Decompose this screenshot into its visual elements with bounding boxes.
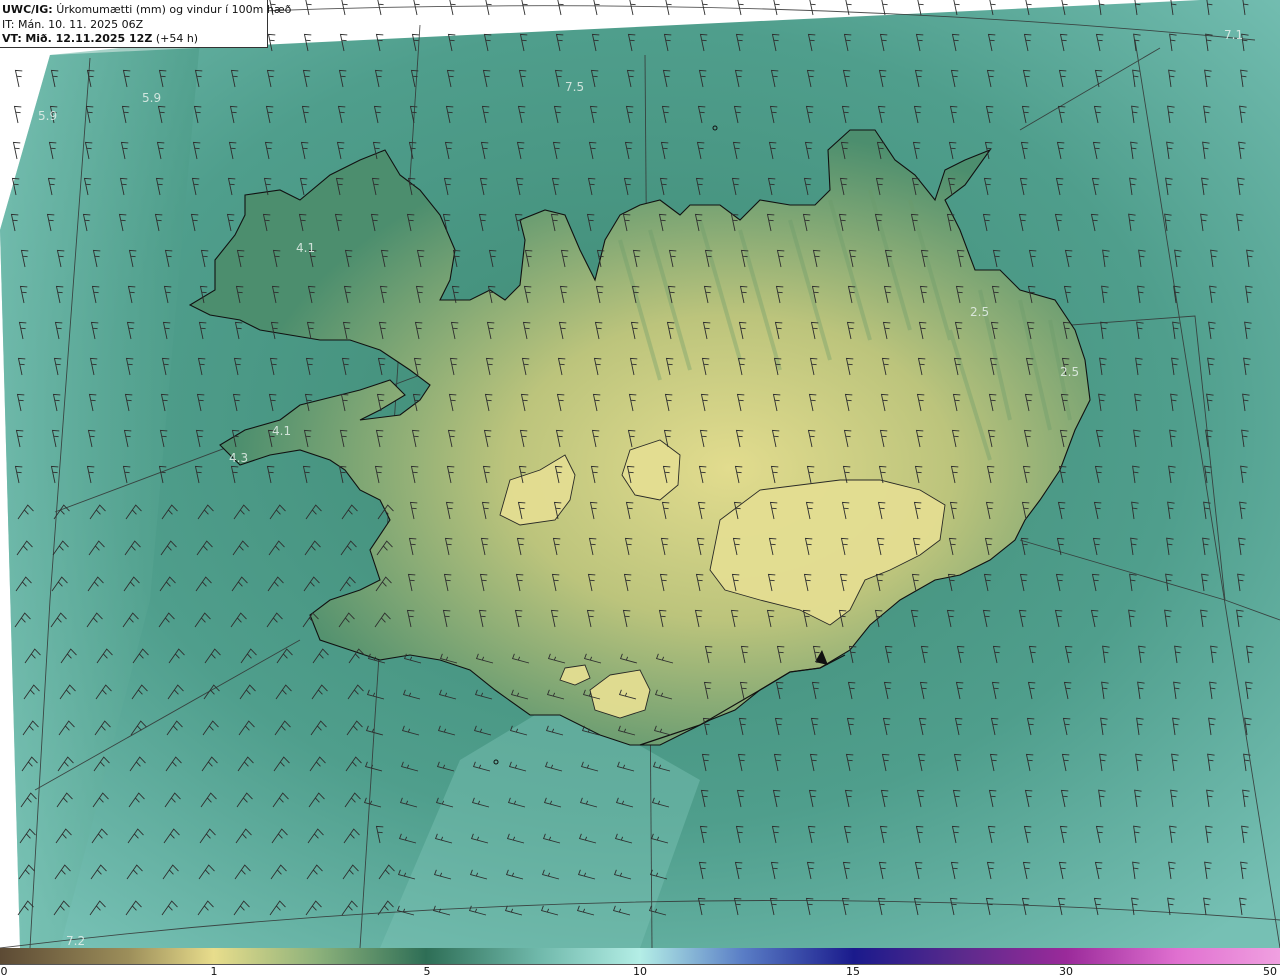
wind-barb xyxy=(12,141,21,160)
title-line-valid: VT: Mið. 12.11.2025 12Z (+54 h) xyxy=(2,32,267,47)
map-title-box: UWC/IG: Úrkomumætti (mm) og vindur í 100… xyxy=(0,0,291,48)
title-line-issue: IT: Mán. 10. 11. 2025 06Z xyxy=(2,18,267,33)
value-label: 7.5 xyxy=(565,80,585,94)
wind-barb xyxy=(341,0,348,16)
value-label: 7.1 xyxy=(1224,28,1244,42)
issue-time: Mán. 10. 11. 2025 06Z xyxy=(17,17,144,31)
colorbar-strip xyxy=(0,948,1280,965)
wind-barb xyxy=(557,0,564,16)
product-title: Úrkomumætti (mm) og vindur í 100m hæð xyxy=(56,3,292,16)
precipitable-water-map[interactable]: UWC/IG: Úrkomumætti (mm) og vindur í 100… xyxy=(0,0,1280,948)
valid-time: Mið. 12.11.2025 12Z xyxy=(25,32,153,45)
title-line-product: UWC/IG: Úrkomumætti (mm) og vindur í 100… xyxy=(2,3,291,18)
value-label: 2.5 xyxy=(1060,365,1080,379)
wind-barb xyxy=(485,0,492,16)
wind-barb xyxy=(881,0,888,16)
valid-prefix: VT: xyxy=(2,32,22,45)
lead-time: (+54 h) xyxy=(155,32,199,45)
product-prefix: UWC/IG: xyxy=(2,3,53,16)
colorbar-tick: 5 xyxy=(423,965,431,978)
value-label: 4.1 xyxy=(272,424,292,438)
map-canvas xyxy=(0,0,1280,948)
wind-barb xyxy=(665,0,672,16)
colorbar-tick: 15 xyxy=(846,965,860,978)
wind-barb xyxy=(773,0,780,16)
colorbar-legend: 0 1 5 10 15 30 50 xyxy=(0,948,1280,978)
wind-barb xyxy=(845,0,852,16)
wind-barb xyxy=(305,0,312,16)
wind-barb xyxy=(449,0,456,16)
value-label: 5.9 xyxy=(38,109,58,123)
issue-prefix: IT: xyxy=(2,17,15,31)
colorbar-tick: 30 xyxy=(1059,965,1073,978)
wind-barb xyxy=(593,0,600,16)
value-label: 2.5 xyxy=(970,305,990,319)
wind-barb xyxy=(809,0,816,16)
wind-barb xyxy=(629,0,636,16)
colorbar-tick: 10 xyxy=(633,965,647,978)
value-label: 4.1 xyxy=(296,241,316,255)
wind-barb xyxy=(521,0,528,16)
colorbar-tick: 50 xyxy=(1263,965,1277,978)
wind-barb xyxy=(737,0,744,16)
wind-barb xyxy=(14,69,23,88)
wind-barb xyxy=(917,0,924,16)
colorbar-tick: 0 xyxy=(0,965,8,978)
wind-barb xyxy=(413,0,420,16)
colorbar-tick: 1 xyxy=(210,965,218,978)
value-label: 5.9 xyxy=(142,91,162,105)
value-label: 7.2 xyxy=(66,934,86,948)
value-label: 4.3 xyxy=(229,451,249,465)
